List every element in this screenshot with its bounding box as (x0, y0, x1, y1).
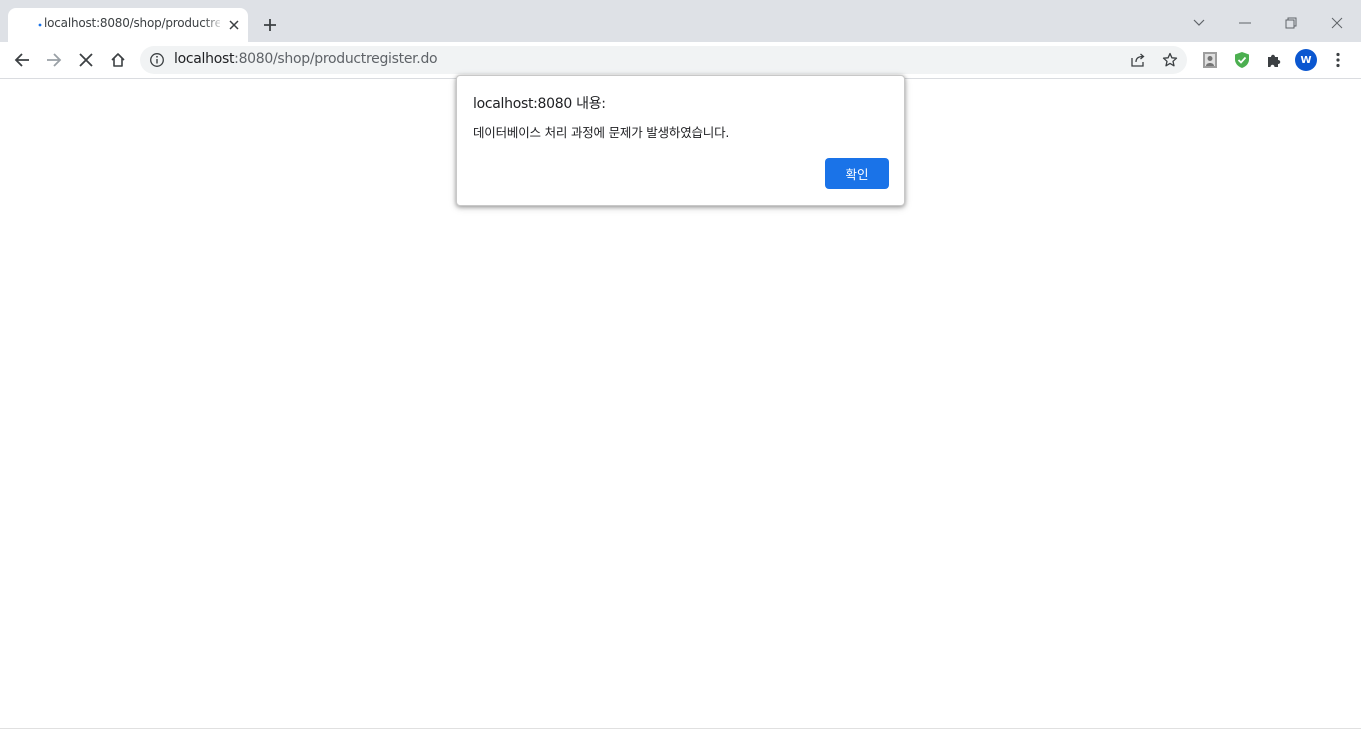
chevron-down-icon (1193, 19, 1205, 26)
browser-menu-button[interactable] (1324, 46, 1352, 74)
close-icon (79, 53, 93, 67)
dialog-message: 데이터베이스 처리 과정에 문제가 발생하였습니다. (473, 125, 730, 140)
close-icon (1331, 17, 1343, 29)
restore-button[interactable] (1268, 8, 1314, 38)
dialog-title: localhost:8080 내용: (473, 96, 606, 112)
url-text[interactable]: localhost:8080/shop/productregister.do (174, 51, 438, 67)
tab-strip: localhost:8080/shop/productregister.do (0, 8, 1361, 42)
home-icon (111, 53, 125, 67)
address-bar[interactable]: localhost:8080/shop/productregister.do (140, 46, 1187, 74)
tab-active[interactable]: localhost:8080/shop/productregister.do (8, 8, 248, 42)
extension-photo-icon (1203, 52, 1217, 68)
restore-icon (1285, 17, 1297, 29)
tab-title: localhost:8080/shop/productregister.do (44, 16, 220, 30)
ok-button[interactable]: 확인 (825, 158, 889, 189)
url-path: :8080/shop/productregister.do (234, 51, 438, 67)
window-close-button[interactable] (1314, 8, 1360, 38)
tab-close-button[interactable] (226, 17, 242, 33)
share-icon (1131, 53, 1145, 67)
browser-toolbar: localhost:8080/shop/productregister.do W (0, 42, 1361, 78)
alert-dialog: localhost:8080 내용: 데이터베이스 처리 과정에 문제가 발생하… (456, 75, 905, 206)
forward-button[interactable] (40, 46, 68, 74)
url-host: localhost (174, 51, 235, 67)
minimize-button[interactable] (1222, 8, 1268, 38)
back-button[interactable] (8, 46, 36, 74)
arrow-left-icon (14, 53, 29, 67)
new-tab-button[interactable] (258, 13, 282, 37)
close-icon (229, 20, 239, 30)
tab-search-button[interactable] (1176, 8, 1222, 38)
bookmark-button[interactable] (1160, 50, 1180, 70)
profile-avatar[interactable]: W (1295, 49, 1317, 71)
plus-icon (264, 19, 276, 31)
arrow-right-icon (47, 53, 62, 67)
home-button[interactable] (104, 46, 132, 74)
extension-photo-button[interactable] (1196, 46, 1224, 74)
star-icon (1162, 52, 1178, 67)
extension-shield-button[interactable] (1228, 46, 1256, 74)
extensions-button[interactable] (1260, 46, 1288, 74)
kebab-menu-icon (1336, 52, 1340, 68)
minimize-icon (1239, 22, 1251, 24)
tab-title-fade (204, 14, 224, 36)
profile-initial: W (1300, 54, 1312, 66)
stop-loading-button[interactable] (72, 46, 100, 74)
info-icon[interactable] (149, 52, 165, 68)
share-button[interactable] (1128, 50, 1148, 70)
window-frame (0, 0, 1361, 8)
shield-check-icon (1235, 52, 1249, 68)
puzzle-icon (1268, 54, 1281, 67)
